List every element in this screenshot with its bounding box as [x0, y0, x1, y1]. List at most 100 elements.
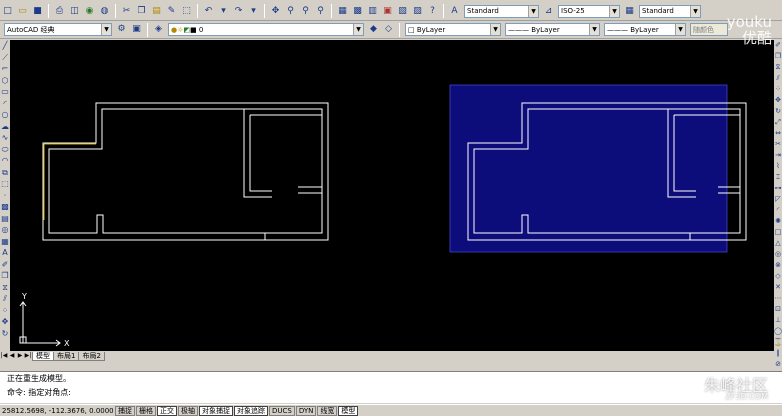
- copy-icon[interactable]: ❐: [135, 5, 148, 18]
- make-block-icon[interactable]: ⬚: [1, 178, 9, 190]
- chevron-down-icon[interactable]: ▼: [528, 5, 538, 17]
- save-icon[interactable]: ■: [31, 5, 44, 18]
- command-prompt-line[interactable]: 命令: 指定对角点:: [7, 388, 71, 398]
- fillet-tool-icon[interactable]: ◜: [777, 205, 780, 216]
- region-icon[interactable]: ◎: [2, 224, 9, 236]
- print-preview-icon[interactable]: ◫: [68, 5, 81, 18]
- zoom-realtime-icon[interactable]: ⚲: [284, 5, 297, 18]
- design-center-icon[interactable]: ▩: [351, 5, 364, 18]
- new-file-icon[interactable]: □: [1, 5, 14, 18]
- rotate-icon[interactable]: ↻: [2, 328, 9, 340]
- layer-previous-icon[interactable]: ◇: [382, 23, 395, 36]
- first-tab-icon[interactable]: |◀: [0, 352, 8, 360]
- workspace-save-icon[interactable]: ▣: [130, 23, 143, 36]
- chamfer-tool-icon[interactable]: ◸: [775, 194, 780, 205]
- ellipse-arc-icon[interactable]: ◠: [2, 155, 9, 167]
- polyline-icon[interactable]: ⌐: [2, 63, 9, 75]
- stretch-tool-icon[interactable]: ⇔: [775, 128, 781, 139]
- sheet-set-icon[interactable]: ▣: [381, 5, 394, 18]
- ellipse-icon[interactable]: ⬭: [2, 144, 9, 156]
- plotstyle-combo[interactable]: 随颜色: [690, 23, 728, 36]
- break-tool-icon[interactable]: ⌶: [776, 172, 780, 183]
- mtext-icon[interactable]: A: [2, 247, 7, 259]
- chevron-down-icon[interactable]: ▼: [675, 24, 685, 35]
- rotate-tool-icon[interactable]: ↻: [775, 106, 781, 117]
- tool-palettes-icon[interactable]: ▥: [366, 5, 379, 18]
- table-style-combo[interactable]: Standard ▼: [639, 4, 701, 18]
- properties-icon[interactable]: ▦: [336, 5, 349, 18]
- grid-toggle[interactable]: 栅格: [136, 405, 156, 416]
- trim-tool-icon[interactable]: ✂: [775, 139, 781, 150]
- explode-tool-icon[interactable]: ✺: [775, 216, 781, 227]
- publish-icon[interactable]: ◉: [83, 5, 96, 18]
- snap-parallel-icon[interactable]: ∥: [776, 348, 780, 359]
- linetype-combo[interactable]: ——— ByLayer ▼: [505, 23, 600, 36]
- block-editor-icon[interactable]: ⬚: [180, 5, 193, 18]
- drawing-area[interactable]: Y X: [10, 40, 774, 351]
- erase-tool-icon[interactable]: ✐: [775, 40, 781, 51]
- ortho-toggle[interactable]: 正交: [157, 405, 177, 416]
- scale-tool-icon[interactable]: ⤢: [775, 117, 781, 128]
- join-tool-icon[interactable]: ⊶: [775, 183, 782, 194]
- mirror-icon[interactable]: ⧖: [2, 282, 8, 294]
- move-icon[interactable]: ✥: [2, 316, 9, 328]
- move-tool-icon[interactable]: ✥: [775, 95, 781, 106]
- otrack-toggle[interactable]: 对象追踪: [234, 405, 268, 416]
- calculator-icon[interactable]: ▨: [411, 5, 424, 18]
- paste-icon[interactable]: ▤: [150, 5, 163, 18]
- model-toggle[interactable]: 模型: [338, 405, 359, 416]
- chevron-down-icon[interactable]: ▼: [589, 24, 599, 35]
- workspace-settings-icon[interactable]: ⚙: [115, 23, 128, 36]
- chevron-down-icon[interactable]: ▼: [101, 24, 111, 35]
- ducs-toggle[interactable]: DUCS: [269, 405, 295, 416]
- snap-midpoint-icon[interactable]: △: [775, 238, 780, 249]
- snap-none-icon[interactable]: ⊘: [775, 359, 781, 370]
- layer-combo[interactable]: ●☼◩■ 0 ▼: [168, 23, 364, 36]
- zoom-previous-icon[interactable]: ⚲: [314, 5, 327, 18]
- snap-quadrant-icon[interactable]: ◇: [775, 271, 780, 282]
- table-icon[interactable]: ▦: [1, 236, 9, 248]
- erase-icon[interactable]: ✐: [2, 259, 9, 271]
- text-style-combo[interactable]: Standard ▼: [464, 4, 539, 18]
- snap-intersection-icon[interactable]: ✕: [775, 282, 781, 293]
- snap-perpendicular-icon[interactable]: ⊥: [775, 315, 781, 326]
- chevron-down-icon[interactable]: ▼: [690, 5, 700, 17]
- make-current-layer-icon[interactable]: ◆: [367, 23, 380, 36]
- undo-icon[interactable]: ↶: [202, 5, 215, 18]
- undo-dropdown-icon[interactable]: ▾: [217, 5, 230, 18]
- hatch-icon[interactable]: ▩: [1, 201, 9, 213]
- polygon-icon[interactable]: ⬡: [2, 75, 9, 87]
- tab-layout2[interactable]: 布局2: [78, 351, 105, 361]
- pan-icon[interactable]: ✥: [269, 5, 282, 18]
- prev-tab-icon[interactable]: ◀: [8, 352, 16, 360]
- snap-toggle[interactable]: 捕捉: [115, 405, 135, 416]
- line-icon[interactable]: ╱: [3, 40, 8, 52]
- match-properties-icon[interactable]: ✎: [165, 5, 178, 18]
- workspace-combo[interactable]: AutoCAD 经典 ▼: [4, 23, 112, 36]
- mirror-tool-icon[interactable]: ⧖: [776, 62, 781, 73]
- chevron-down-icon[interactable]: ▼: [490, 24, 500, 35]
- array-tool-icon[interactable]: ⁘: [775, 84, 781, 95]
- layer-manager-icon[interactable]: ◈: [152, 23, 165, 36]
- point-icon[interactable]: ·: [4, 190, 7, 202]
- snap-center-icon[interactable]: ◎: [775, 249, 781, 260]
- cut-icon[interactable]: ✂: [120, 5, 133, 18]
- markup-icon[interactable]: ▧: [396, 5, 409, 18]
- construction-line-icon[interactable]: ⟋: [2, 52, 8, 64]
- print-icon[interactable]: ⎙: [53, 5, 66, 18]
- lineweight-toggle[interactable]: 线宽: [317, 405, 338, 416]
- offset-icon[interactable]: ⫽: [3, 293, 7, 305]
- snap-nearest-icon[interactable]: ⌛: [774, 337, 782, 348]
- snap-tangent-icon[interactable]: ◯: [774, 326, 782, 337]
- lineweight-combo[interactable]: ——— ByLayer ▼: [604, 23, 686, 36]
- next-tab-icon[interactable]: ▶: [16, 352, 24, 360]
- break-point-tool-icon[interactable]: ⌇: [776, 161, 779, 172]
- osnap-toggle[interactable]: 对象捕捉: [199, 405, 233, 416]
- copy-tool-icon[interactable]: ❐: [775, 51, 781, 62]
- extend-tool-icon[interactable]: ⇥: [775, 150, 781, 161]
- chevron-down-icon[interactable]: ▼: [353, 24, 363, 35]
- last-tab-icon[interactable]: ▶|: [24, 352, 32, 360]
- chevron-down-icon[interactable]: ▼: [609, 5, 619, 17]
- color-combo[interactable]: □ ByLayer ▼: [405, 23, 501, 36]
- revcloud-icon[interactable]: ☁: [1, 121, 9, 133]
